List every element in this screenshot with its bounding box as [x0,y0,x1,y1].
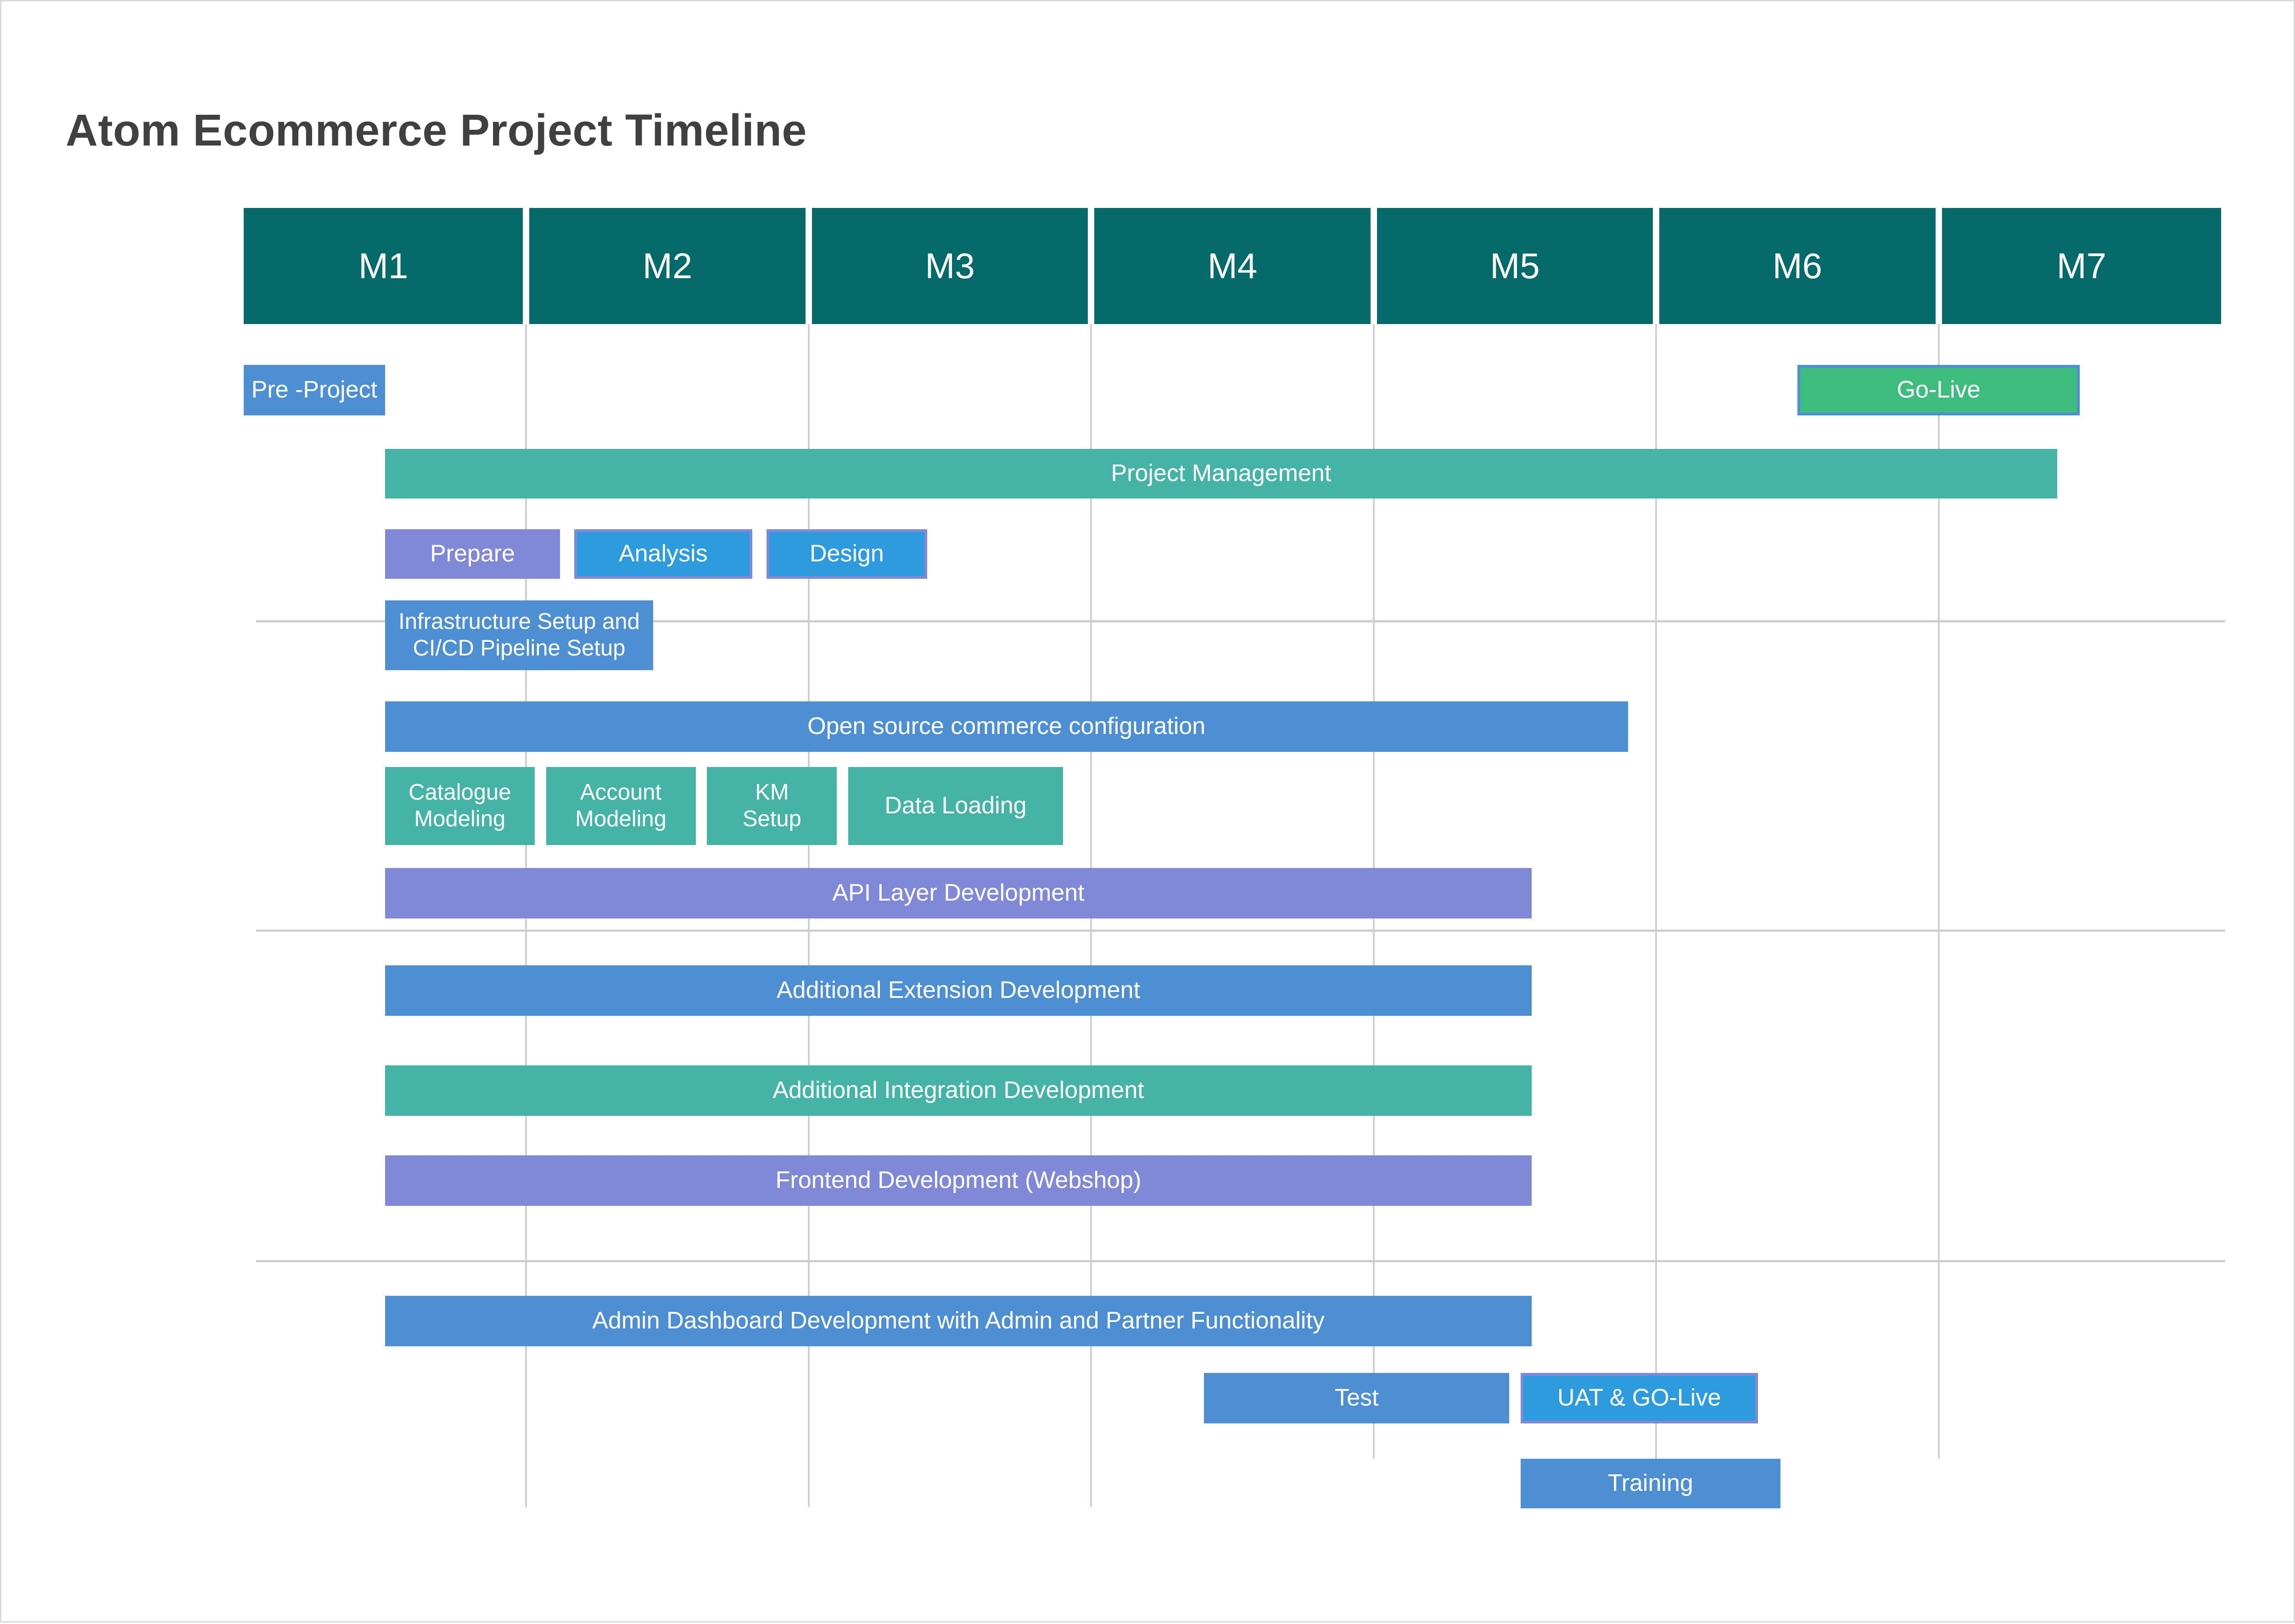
gantt-bar-label: Go-Live [1897,376,1981,403]
gantt-bar-catalogue-modeling[interactable]: Catalogue Modeling [385,767,535,845]
gantt-bar-label: Analysis [619,540,708,567]
gantt-bar-uat-go-live[interactable]: UAT & GO-Live [1520,1373,1758,1423]
gantt-bar-label: Data Loading [884,792,1027,819]
gantt-bar-label: Frontend Development (Webshop) [775,1167,1142,1194]
month-header-m3: M3 [812,208,1088,324]
month-header-m6: M6 [1659,208,1936,324]
month-header-m1: M1 [244,208,523,324]
gantt-bar-label: Prepare [430,540,515,567]
gantt-bar-design[interactable]: Design [766,529,928,579]
month-header-label: M7 [2056,246,2106,286]
gantt-bar-label: Additional Extension Development [776,977,1141,1004]
gantt-bar-label: UAT & GO-Live [1557,1384,1721,1411]
gantt-bar-label: Admin Dashboard Development with Admin a… [592,1307,1325,1334]
gantt-bar-frontend-development-webshop[interactable]: Frontend Development (Webshop) [385,1155,1532,1206]
gantt-bar-api-layer-development[interactable]: API Layer Development [385,868,1532,918]
gantt-bar-label: Design [809,540,884,567]
month-header-label: M2 [642,246,693,286]
gantt-bar-prepare[interactable]: Prepare [385,529,560,579]
gantt-bar-open-source-commerce-configuration[interactable]: Open source commerce configuration [385,701,1628,752]
gantt-bar-training[interactable]: Training [1520,1459,1780,1508]
gantt-bar-label: Catalogue Modeling [409,780,511,831]
month-header-label: M3 [925,246,975,286]
gantt-bar-label: Open source commerce configuration [807,713,1206,740]
month-header-m2: M2 [529,208,806,324]
gantt-chart: M1 M2 M3 M4 M5 M6 M7 Pre -Project Go-Live Project… [1,1,2295,1624]
gantt-bar-admin-dashboard-development-with-admin-and-par[interactable]: Admin Dashboard Development with Admin a… [385,1296,1532,1346]
gantt-bar-km-setup[interactable]: KM Setup [707,767,837,845]
gantt-bar-infrastructure-setup-and-ci-cd-pipeline-setup[interactable]: Infrastructure Setup and CI/CD Pipeline … [385,600,654,670]
gantt-bar-label: Pre -Project [251,376,378,403]
month-header-m7: M7 [1942,208,2221,324]
gantt-bar-test[interactable]: Test [1204,1373,1510,1423]
gantt-bar-label: Additional Integration Development [772,1077,1144,1104]
gantt-bar-analysis[interactable]: Analysis [574,529,752,579]
gantt-bar-additional-extension-development[interactable]: Additional Extension Development [385,965,1532,1016]
month-header-label: M5 [1490,246,1540,286]
gantt-bar-additional-integration-development[interactable]: Additional Integration Development [385,1065,1532,1116]
gantt-bar-data-loading[interactable]: Data Loading [848,767,1063,845]
gantt-bar-label: KM Setup [742,780,801,831]
gantt-bar-project-management[interactable]: Project Management [385,449,2058,498]
gantt-bar-pre-project[interactable]: Pre -Project [244,365,385,415]
gantt-bar-label: Training [1607,1470,1693,1497]
gantt-bar-label: Account Modeling [575,780,667,831]
gridline-horizontal [256,1260,2225,1262]
month-header-label: M1 [358,246,409,286]
month-header-m5: M5 [1377,208,1653,324]
gantt-bar-label: Infrastructure Setup and CI/CD Pipeline … [398,609,640,661]
month-header-label: M6 [1772,246,1823,286]
gantt-bar-account-modeling[interactable]: Account Modeling [546,767,696,845]
month-header-label: M4 [1207,246,1258,286]
page-frame: Atom Ecommerce Project Timeline M1 M2 M3 M4… [0,0,2295,1623]
gantt-bar-label: Test [1335,1384,1379,1411]
gridline-horizontal [256,930,2225,932]
gantt-bar-label: API Layer Development [832,879,1085,907]
month-header-m4: M4 [1094,208,1371,324]
gantt-bar-go-live[interactable]: Go-Live [1797,365,2080,415]
gantt-bar-label: Project Management [1111,460,1332,487]
